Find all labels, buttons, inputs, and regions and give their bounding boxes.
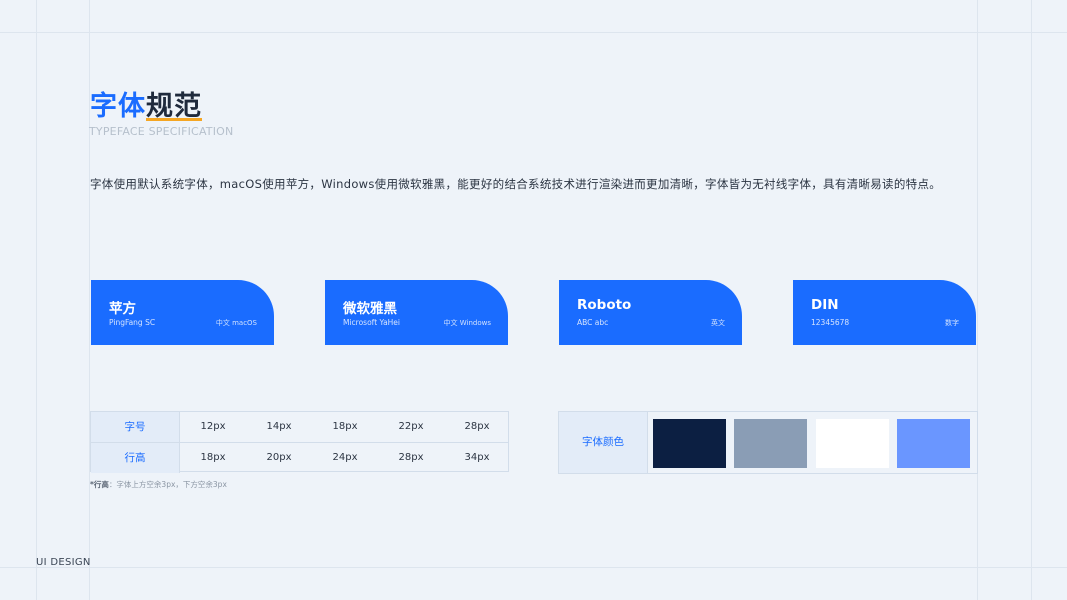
- font-card-note: 中文 Windows: [443, 319, 491, 327]
- color-swatch-light-blue: [897, 419, 970, 468]
- font-card-name: 苹方: [109, 301, 136, 317]
- page-subtitle: TYPEFACE SPECIFICATION: [89, 125, 234, 138]
- color-swatch-white: [816, 419, 889, 468]
- font-card-english: ABC abc: [577, 318, 609, 327]
- table-cell: 20px: [266, 452, 292, 463]
- guide-line-bottom: [0, 567, 1067, 568]
- table-row-font-size: 字号 12px 14px 18px 22px 28px: [91, 412, 508, 442]
- page-title-part1: 字体: [90, 91, 146, 122]
- color-swatch-gray-blue: [734, 419, 807, 468]
- guide-line-top: [0, 32, 1067, 33]
- font-card-roboto: Roboto ABC abc 英文: [559, 280, 742, 345]
- table-cell: 24px: [332, 452, 358, 463]
- font-color-panel: 字体颜色: [558, 411, 978, 474]
- page-description: 字体使用默认系统字体，macOS使用苹方，Windows使用微软雅黑，能更好的结…: [90, 177, 942, 191]
- table-row-line-height: 行高 18px 20px 24px 28px 34px: [91, 443, 508, 473]
- font-card-yahei: 微软雅黑 Microsoft YaHei 中文 Windows: [325, 280, 508, 345]
- table-cell: 18px: [332, 421, 358, 432]
- line-height-footnote: *行高：字体上方空余3px，下方空余3px: [90, 479, 227, 490]
- footnote-text: ：字体上方空余3px，下方空余3px: [108, 480, 227, 489]
- footer-label: UI DESIGN: [36, 557, 91, 568]
- table-cell: 34px: [464, 452, 490, 463]
- table-row-header: 字号: [91, 412, 180, 442]
- table-cell: 12px: [200, 421, 226, 432]
- guide-line-right-inner: [977, 0, 978, 600]
- font-card-english: 12345678: [811, 318, 850, 327]
- table-cell: 22px: [398, 421, 424, 432]
- font-card-name: Roboto: [577, 297, 632, 313]
- font-card-pingfang: 苹方 PingFang SC 中文 macOS: [91, 280, 274, 345]
- font-card-english: PingFang SC: [109, 318, 156, 327]
- table-cell: 28px: [464, 421, 490, 432]
- table-cell: 18px: [200, 452, 226, 463]
- table-cell: 14px: [266, 421, 292, 432]
- page-title: 字体规范: [90, 84, 202, 123]
- font-size-table: 字号 12px 14px 18px 22px 28px 行高 18px 20px…: [90, 411, 509, 473]
- font-card-note: 英文: [711, 319, 725, 327]
- table-cell: 28px: [398, 452, 424, 463]
- table-row-header: 行高: [91, 443, 180, 473]
- page-title-part2: 规范: [146, 91, 202, 122]
- font-card-note: 中文 macOS: [215, 319, 257, 327]
- guide-line-right-outer: [1031, 0, 1032, 600]
- font-card-note: 数字: [945, 319, 959, 327]
- color-swatch-dark-navy: [653, 419, 726, 468]
- font-card-din: DIN 12345678 数字: [793, 280, 976, 345]
- font-card-name: 微软雅黑: [343, 301, 397, 317]
- font-card-name: DIN: [811, 297, 839, 313]
- footnote-label: *行高: [90, 480, 109, 489]
- font-color-label: 字体颜色: [559, 412, 648, 473]
- guide-line-left-outer: [36, 0, 37, 600]
- font-card-english: Microsoft YaHei: [343, 318, 400, 327]
